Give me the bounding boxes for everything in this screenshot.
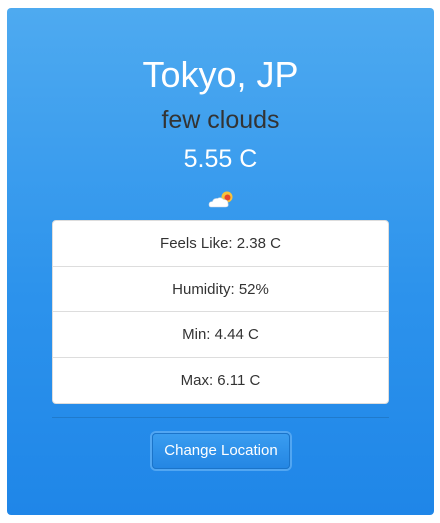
min-temp-item: Min: 4.44 C [53, 312, 388, 358]
change-location-button[interactable]: Change Location [152, 433, 290, 469]
divider [52, 417, 389, 418]
weather-description: few clouds [161, 106, 280, 134]
max-temp-item: Max: 6.11 C [180, 371, 261, 389]
feels-like-item: Feels Like: 2.38 C [53, 221, 388, 267]
location-title: Tokyo, JP [142, 54, 299, 95]
weather-details-list: Feels Like: 2.38 C Humidity: 52% Min: 4.… [52, 220, 389, 404]
weather-card: Tokyo, JP few clouds 5.55 C Feels Like: … [7, 8, 434, 515]
temperature-value: 5.55 C [183, 145, 258, 173]
humidity-item: Humidity: 52% [53, 267, 388, 312]
few-clouds-day-icon [205, 188, 237, 212]
